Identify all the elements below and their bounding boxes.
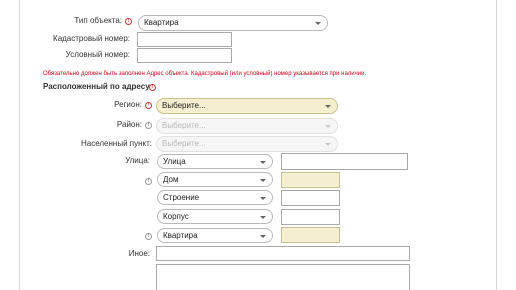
street-type-select[interactable]: Улица: [157, 154, 273, 169]
object-type-select[interactable]: Квартира: [138, 15, 328, 31]
chevron-down-icon: [260, 179, 266, 182]
locality-label: Населенный пункт:: [80, 139, 152, 148]
house-type-select[interactable]: Дом: [157, 172, 273, 187]
chevron-down-icon: [260, 161, 266, 164]
address-section-info-icon[interactable]: !: [149, 84, 156, 91]
locality-select[interactable]: Выберите...: [156, 136, 338, 152]
building-type-select[interactable]: Строение: [157, 190, 273, 205]
street-name-input[interactable]: [281, 153, 408, 170]
address-required-notice: Обязательно должен быть заполнен Адрес о…: [43, 71, 367, 77]
chevron-down-icon: [325, 105, 331, 108]
house-type-select-value: Дом: [163, 175, 179, 184]
region-select-value: Выберите...: [162, 101, 206, 110]
house-number-input[interactable]: [281, 172, 340, 188]
left-frame-border: [19, 0, 20, 290]
other-label: Иное:: [128, 249, 150, 258]
right-frame-border: [496, 0, 497, 290]
region-info-icon[interactable]: !: [145, 102, 152, 109]
object-type-info-icon[interactable]: !: [125, 18, 132, 25]
block-type-select[interactable]: Корпус: [157, 209, 273, 224]
other-input[interactable]: [156, 246, 410, 261]
region-label: Регион:: [114, 100, 142, 109]
district-info-icon[interactable]: !: [145, 122, 152, 129]
locality-select-value: Выберите...: [162, 139, 206, 148]
street-label: Улица:: [125, 156, 150, 165]
building-type-select-value: Строение: [163, 193, 200, 202]
house-info-icon[interactable]: !: [145, 178, 152, 185]
chevron-down-icon: [260, 216, 266, 219]
block-number-input[interactable]: [281, 209, 340, 225]
chevron-down-icon: [260, 197, 266, 200]
region-select[interactable]: Выберите...: [156, 98, 338, 114]
apartment-number-input[interactable]: [281, 227, 340, 243]
cadastral-number-input[interactable]: [137, 32, 232, 47]
chevron-down-icon: [315, 22, 321, 25]
street-type-select-value: Улица: [163, 157, 186, 166]
conditional-number-input[interactable]: [137, 48, 232, 63]
apartment-info-icon[interactable]: !: [145, 233, 152, 240]
object-type-label: Тип объекта:: [74, 16, 122, 25]
district-label: Район:: [116, 120, 142, 129]
object-type-select-value: Квартира: [144, 18, 179, 27]
address-section-title: Расположенный по адресу:: [43, 82, 153, 91]
chevron-down-icon: [325, 125, 331, 128]
district-select-value: Выберите...: [162, 121, 206, 130]
conditional-number-label: Условный номер:: [65, 50, 130, 59]
cadastral-number-label: Кадастровый номер:: [53, 34, 130, 43]
block-type-select-value: Корпус: [163, 212, 189, 221]
chevron-down-icon: [325, 143, 331, 146]
apartment-type-select[interactable]: Квартира: [157, 228, 273, 243]
other-textarea[interactable]: [156, 264, 410, 290]
apartment-type-select-value: Квартира: [163, 231, 198, 240]
chevron-down-icon: [260, 235, 266, 238]
district-select[interactable]: Выберите...: [156, 118, 338, 134]
building-number-input[interactable]: [281, 190, 340, 206]
